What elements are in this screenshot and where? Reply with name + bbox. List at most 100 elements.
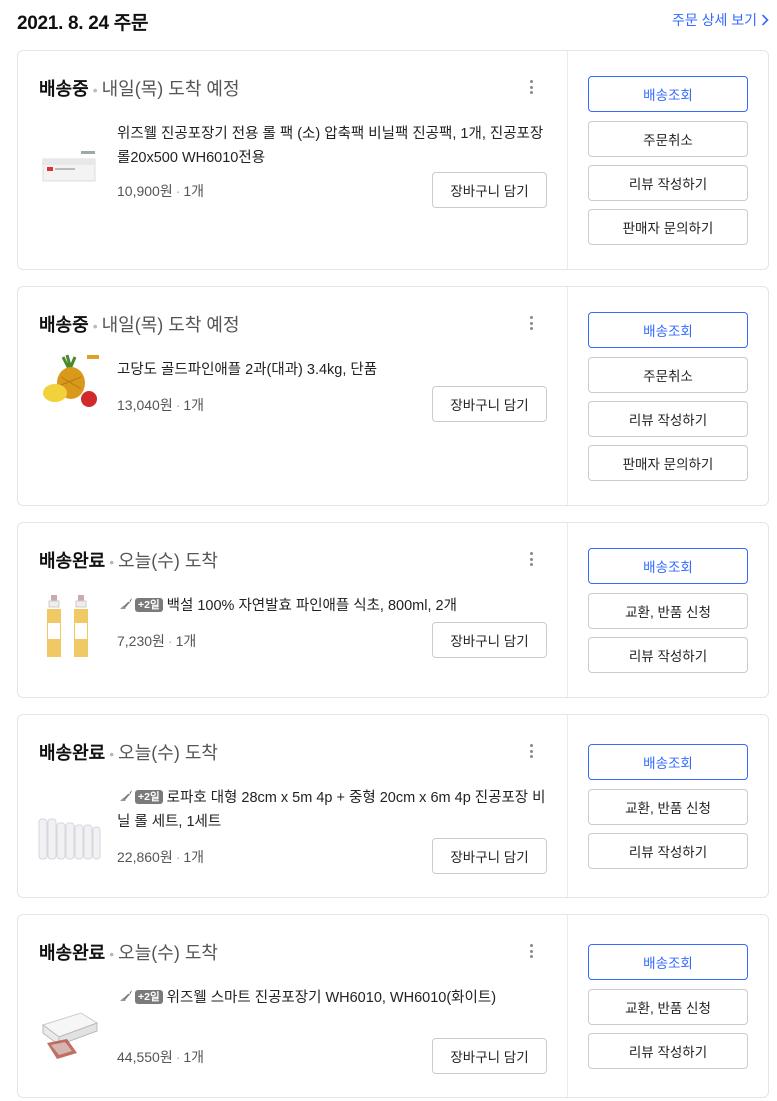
contact-seller-button[interactable]: 판매자 문의하기 xyxy=(588,445,748,481)
track-delivery-button[interactable]: 배송조회 xyxy=(588,944,748,980)
delivery-days-badge: +2일 xyxy=(135,989,163,1004)
product-price: 13,040원 xyxy=(117,397,173,413)
rocket-icon xyxy=(120,598,132,609)
exchange-return-button[interactable]: 교환, 반품 신청 xyxy=(588,593,748,629)
cancel-order-button[interactable]: 주문취소 xyxy=(588,121,748,157)
delivery-status-label: 배송완료 xyxy=(39,551,106,571)
more-options-icon[interactable] xyxy=(525,550,537,568)
product-title[interactable]: 고당도 골드파인애플 2과(대과) 3.4kg, 단품 xyxy=(117,358,547,382)
order-card: 배송완료 • 오늘(수) 도착 +2일 백설 100% 자연발효 파인애플 식초, … xyxy=(17,522,769,698)
delivery-status-label: 배송완료 xyxy=(39,943,106,963)
add-to-cart-button[interactable]: 장바구니 담기 xyxy=(432,622,547,658)
product-title[interactable]: +2일 위즈웰 스마트 진공포장기 WH6010, WH6010(화이트) xyxy=(117,986,547,1010)
order-detail-link-label: 주문 상세 보기 xyxy=(671,12,757,28)
product-title-text: 위즈웰 스마트 진공포장기 WH6010, WH6010(화이트) xyxy=(166,990,497,1006)
status-separator: • xyxy=(92,318,98,335)
delivery-eta: 내일(목) 도착 예정 xyxy=(101,315,240,335)
product-price: 7,230원 xyxy=(117,633,165,649)
order-card: 배송완료 • 오늘(수) 도착 +2일 로파호 대형 28cm x 5m 4p + … xyxy=(17,714,769,898)
status-separator: • xyxy=(109,746,115,763)
exchange-return-button[interactable]: 교환, 반품 신청 xyxy=(588,789,748,825)
product-price-line: 7,230원 · 1개 xyxy=(117,633,197,649)
product-qty: 1개 xyxy=(183,1049,205,1065)
order-detail-link[interactable]: 주문 상세 보기 xyxy=(672,10,769,30)
delivery-status-label: 배송중 xyxy=(39,315,89,335)
delivery-days-badge: +2일 xyxy=(135,789,163,804)
product-thumbnail[interactable] xyxy=(37,1005,101,1069)
product-thumbnail[interactable] xyxy=(37,595,101,659)
delivery-eta: 오늘(수) 도착 xyxy=(118,943,218,963)
more-options-icon[interactable] xyxy=(525,742,537,760)
delivery-status: 배송중 • 내일(목) 도착 예정 xyxy=(39,311,240,337)
more-options-icon[interactable] xyxy=(525,78,537,96)
rocket-icon xyxy=(120,790,132,801)
delivery-eta: 오늘(수) 도착 xyxy=(118,743,218,763)
product-title[interactable]: +2일 백설 100% 자연발효 파인애플 식초, 800ml, 2개 xyxy=(117,594,547,618)
order-actions: 배송조회 교환, 반품 신청 리뷰 작성하기 xyxy=(568,715,768,897)
write-review-button[interactable]: 리뷰 작성하기 xyxy=(588,1033,748,1069)
delivery-status: 배송완료 • 오늘(수) 도착 xyxy=(39,939,218,965)
product-price-line: 13,040원 · 1개 xyxy=(117,397,205,413)
product-price-line: 22,860원 · 1개 xyxy=(117,849,205,865)
delivery-eta: 내일(목) 도착 예정 xyxy=(101,79,240,99)
order-card: 배송중 • 내일(목) 도착 예정 고당도 골드파인애플 2과(대과) 3.4kg,… xyxy=(17,286,769,506)
product-thumbnail[interactable] xyxy=(37,139,101,203)
add-to-cart-button[interactable]: 장바구니 담기 xyxy=(432,838,547,874)
more-options-icon[interactable] xyxy=(525,942,537,960)
order-date-title: 2021. 8. 24 주문 xyxy=(17,13,149,34)
delivery-status-label: 배송완료 xyxy=(39,743,106,763)
track-delivery-button[interactable]: 배송조회 xyxy=(588,548,748,584)
product-qty: 1개 xyxy=(175,633,197,649)
order-card: 배송중 • 내일(목) 도착 예정 위즈웰 진공포장기 전용 롤 팩 (소) 압축팩… xyxy=(17,50,769,270)
add-to-cart-button[interactable]: 장바구니 담기 xyxy=(432,1038,547,1074)
product-price-line: 10,900원 · 1개 xyxy=(117,183,205,199)
write-review-button[interactable]: 리뷰 작성하기 xyxy=(588,401,748,437)
contact-seller-button[interactable]: 판매자 문의하기 xyxy=(588,209,748,245)
delivery-status: 배송완료 • 오늘(수) 도착 xyxy=(39,547,218,573)
write-review-button[interactable]: 리뷰 작성하기 xyxy=(588,833,748,869)
order-header: 2021. 8. 24 주문 주문 상세 보기 xyxy=(17,8,769,34)
rocket-delivery-badge: +2일 xyxy=(117,989,163,1004)
write-review-button[interactable]: 리뷰 작성하기 xyxy=(588,165,748,201)
rocket-delivery-badge: +2일 xyxy=(117,597,163,612)
product-price: 22,860원 xyxy=(117,849,173,865)
product-title[interactable]: 위즈웰 진공포장기 전용 롤 팩 (소) 압축팩 비닐팩 진공팩, 1개, 진공… xyxy=(117,122,547,170)
order-card: 배송완료 • 오늘(수) 도착 +2일 위즈웰 스마트 진공포장기 WH6010, … xyxy=(17,914,769,1098)
add-to-cart-button[interactable]: 장바구니 담기 xyxy=(432,172,547,208)
delivery-status-label: 배송중 xyxy=(39,79,89,99)
product-title-text: 로파호 대형 28cm x 5m 4p + 중형 20cm x 6m 4p 진공… xyxy=(117,790,546,830)
delivery-status: 배송완료 • 오늘(수) 도착 xyxy=(39,739,218,765)
delivery-status: 배송중 • 내일(목) 도착 예정 xyxy=(39,75,240,101)
product-price: 10,900원 xyxy=(117,183,173,199)
product-qty: 1개 xyxy=(183,397,205,413)
product-price: 44,550원 xyxy=(117,1049,173,1065)
order-list-page: 2021. 8. 24 주문 주문 상세 보기 배송중 • 내일(목) 도착 예정 … xyxy=(0,0,777,1101)
product-thumbnail[interactable] xyxy=(37,805,101,869)
track-delivery-button[interactable]: 배송조회 xyxy=(588,76,748,112)
product-title-text: 백설 100% 자연발효 파인애플 식초, 800ml, 2개 xyxy=(166,598,457,614)
more-options-icon[interactable] xyxy=(525,314,537,332)
product-title[interactable]: +2일 로파호 대형 28cm x 5m 4p + 중형 20cm x 6m 4… xyxy=(117,786,547,834)
status-separator: • xyxy=(109,946,115,963)
cancel-order-button[interactable]: 주문취소 xyxy=(588,357,748,393)
status-separator: • xyxy=(92,82,98,99)
order-actions: 배송조회 교환, 반품 신청 리뷰 작성하기 xyxy=(568,523,768,697)
write-review-button[interactable]: 리뷰 작성하기 xyxy=(588,637,748,673)
product-qty: 1개 xyxy=(183,183,205,199)
product-qty: 1개 xyxy=(183,849,205,865)
delivery-eta: 오늘(수) 도착 xyxy=(118,551,218,571)
product-price-line: 44,550원 · 1개 xyxy=(117,1049,205,1065)
delivery-days-badge: +2일 xyxy=(135,597,163,612)
add-to-cart-button[interactable]: 장바구니 담기 xyxy=(432,386,547,422)
track-delivery-button[interactable]: 배송조회 xyxy=(588,744,748,780)
status-separator: • xyxy=(109,554,115,571)
order-actions: 배송조회 주문취소 리뷰 작성하기 판매자 문의하기 xyxy=(568,51,768,269)
rocket-delivery-badge: +2일 xyxy=(117,789,163,804)
track-delivery-button[interactable]: 배송조회 xyxy=(588,312,748,348)
order-actions: 배송조회 교환, 반품 신청 리뷰 작성하기 xyxy=(568,915,768,1097)
rocket-icon xyxy=(120,990,132,1001)
order-actions: 배송조회 주문취소 리뷰 작성하기 판매자 문의하기 xyxy=(568,287,768,505)
product-thumbnail[interactable] xyxy=(37,349,101,413)
chevron-right-icon xyxy=(761,14,769,26)
exchange-return-button[interactable]: 교환, 반품 신청 xyxy=(588,989,748,1025)
